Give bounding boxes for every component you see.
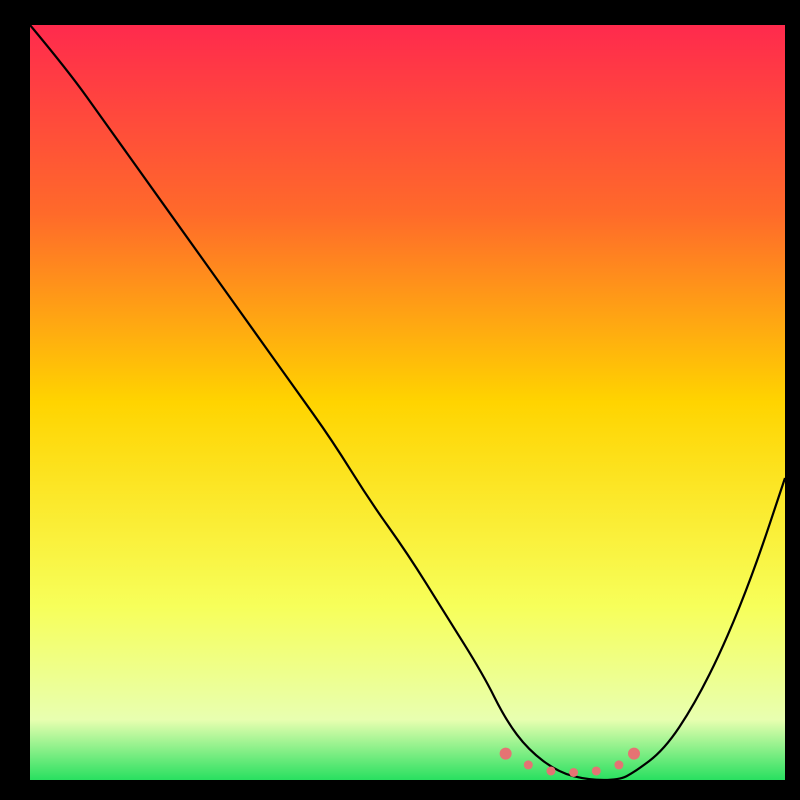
gradient-background xyxy=(30,25,785,780)
bottleneck-chart xyxy=(30,25,785,780)
optimum-marker xyxy=(500,748,512,760)
optimum-marker xyxy=(628,748,640,760)
optimum-marker xyxy=(546,766,555,775)
optimum-marker xyxy=(592,766,601,775)
optimum-marker xyxy=(524,760,533,769)
plot-area xyxy=(30,25,785,780)
chart-frame xyxy=(15,25,785,795)
optimum-marker xyxy=(569,768,578,777)
optimum-marker xyxy=(614,760,623,769)
